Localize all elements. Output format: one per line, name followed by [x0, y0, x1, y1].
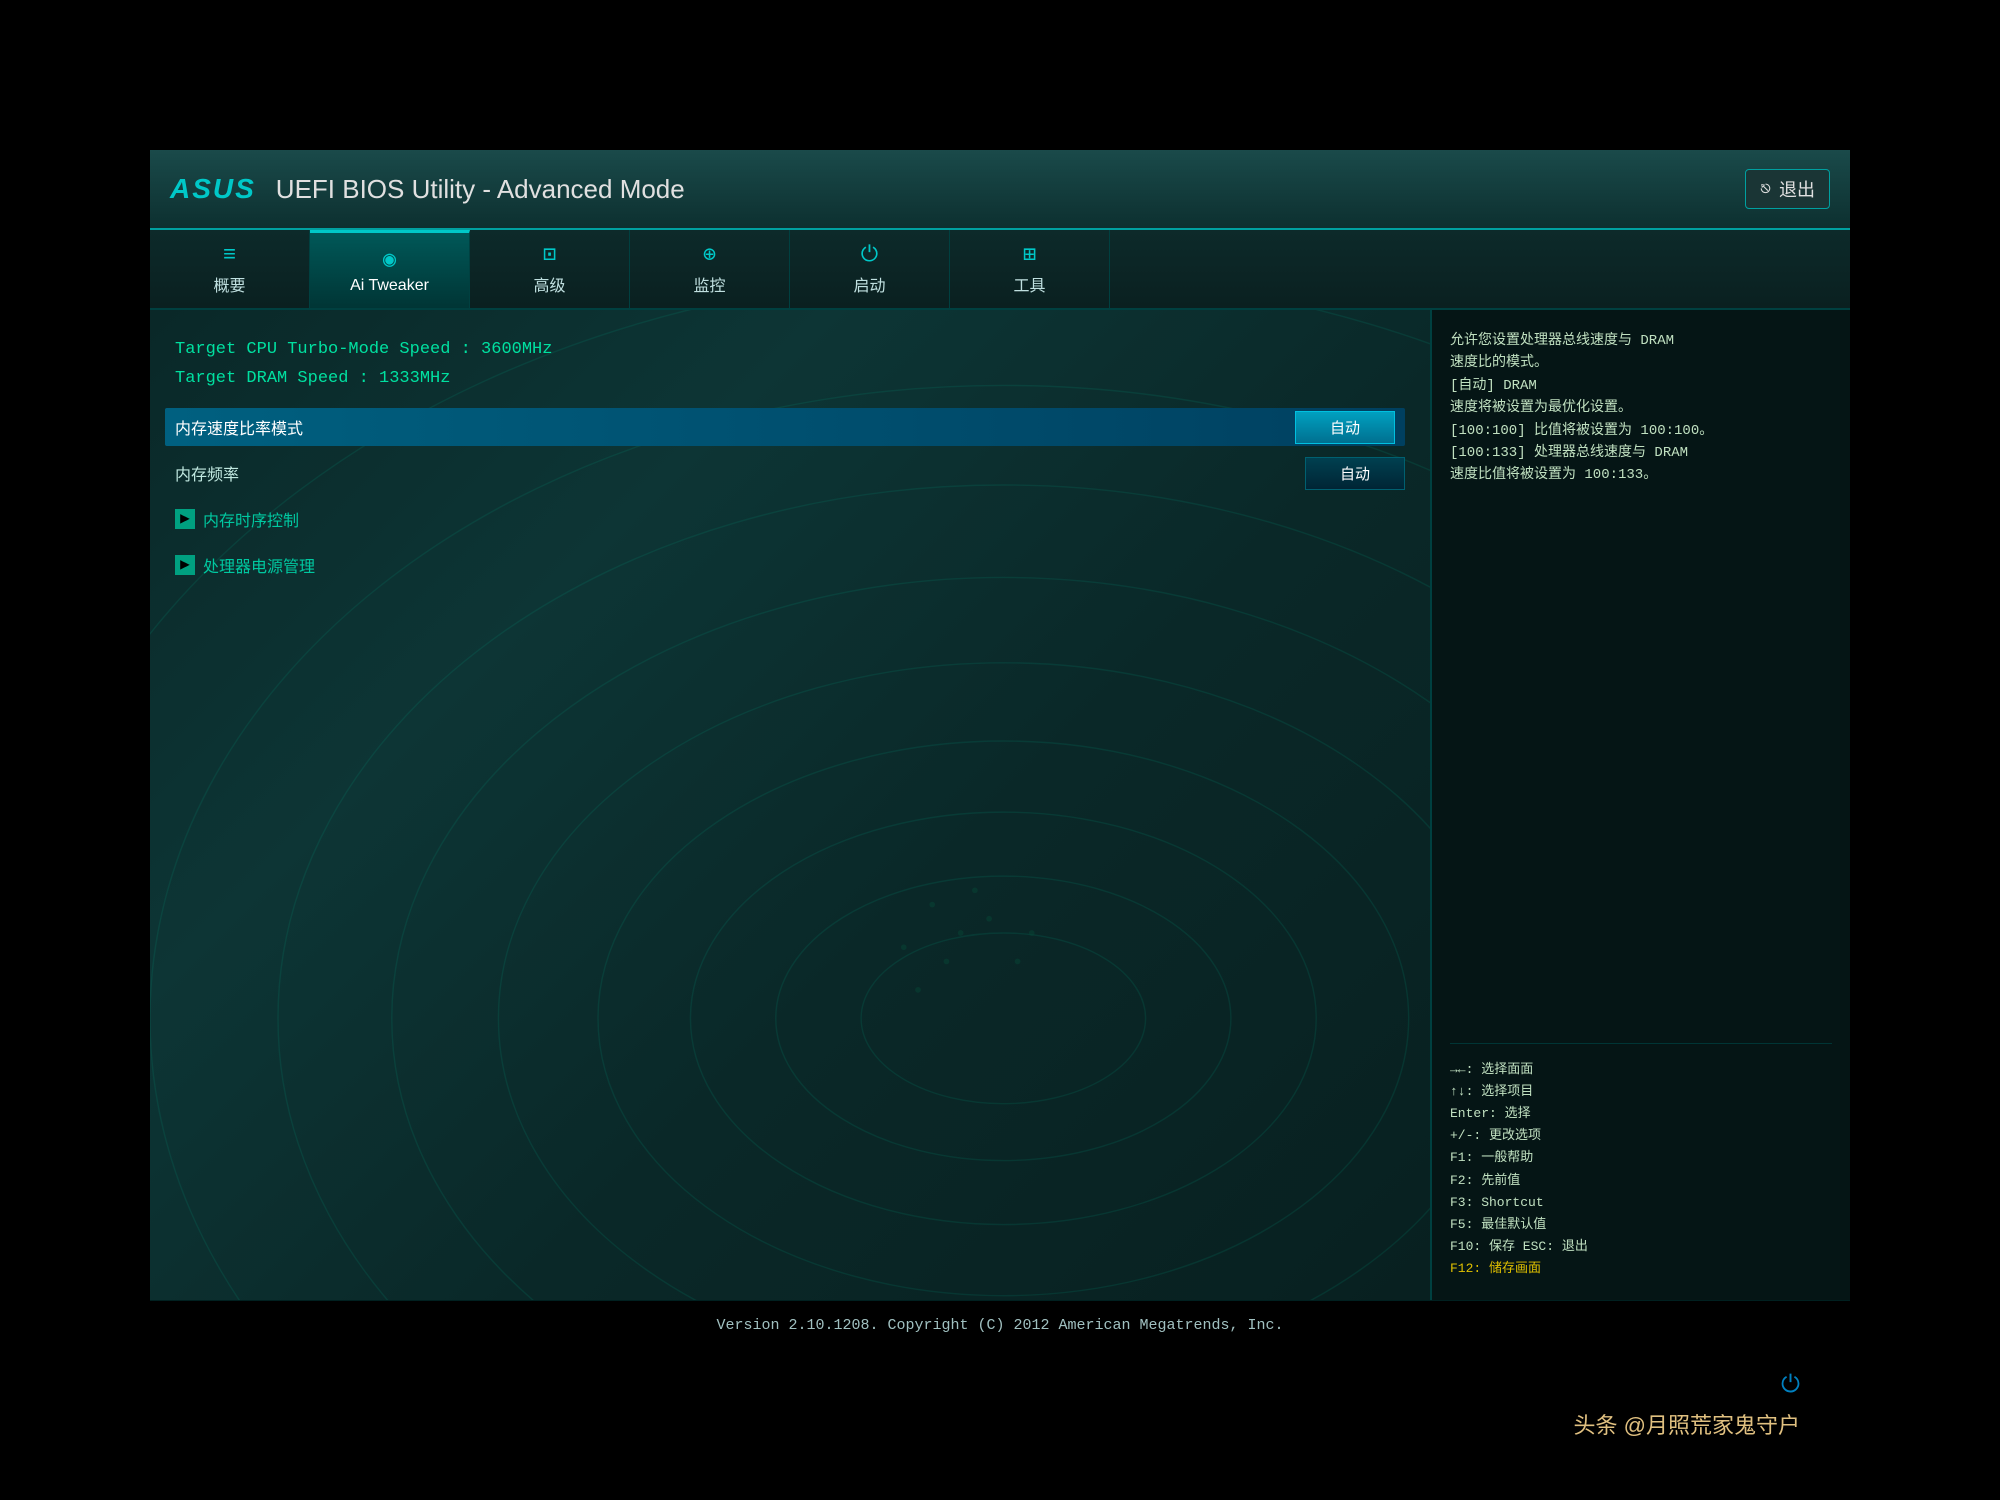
cpu-power-label: 处理器电源管理	[203, 553, 315, 577]
header-bar: ASUS UEFI BIOS Utility - Advanced Mode ⎋…	[150, 150, 1850, 230]
nav-bar: ≡ 概要 ◉ Ai Tweaker ⊡ 高级 ⊕ 监控 ⏻ 启动 ⊞ 工具	[150, 230, 1850, 310]
tab-advanced[interactable]: ⊡ 高级	[470, 230, 630, 308]
shortcut-updown: ↑↓: 选择项目	[1450, 1081, 1832, 1103]
expand-power-icon[interactable]: ▶	[175, 555, 195, 575]
tab-overview[interactable]: ≡ 概要	[150, 230, 310, 308]
tab-monitor[interactable]: ⊕ 监控	[630, 230, 790, 308]
main-content: Target CPU Turbo-Mode Speed : 3600MHz Ta…	[150, 310, 1850, 1300]
shortcut-f2: F2: 先前值	[1450, 1170, 1832, 1192]
dram-speed-info: Target DRAM Speed : 1333MHz	[175, 369, 1405, 388]
cpu-speed-info: Target CPU Turbo-Mode Speed : 3600MHz	[175, 340, 1405, 359]
expand-timing-icon[interactable]: ▶	[175, 509, 195, 529]
setting-memory-speed-ratio[interactable]: 内存速度比率模式 自动	[165, 408, 1405, 446]
watermark-label: 头条 @月照荒家鬼守户	[1574, 1408, 1800, 1440]
memory-speed-ratio-value[interactable]: 自动	[1295, 411, 1395, 444]
asus-logo: ASUS	[170, 173, 256, 205]
tab-ai-tweaker-label: Ai Tweaker	[350, 277, 429, 295]
setting-memory-frequency[interactable]: 内存频率 自动	[175, 454, 1405, 492]
bios-title: UEFI BIOS Utility - Advanced Mode	[276, 174, 685, 205]
shortcut-plusminus: +/-: 更改选项	[1450, 1125, 1832, 1147]
setting-memory-timing[interactable]: ▶ 内存时序控制	[175, 500, 1405, 538]
memory-timing-label: 内存时序控制	[203, 507, 299, 531]
shortcut-f5: F5: 最佳默认值	[1450, 1214, 1832, 1236]
power-icon: ⏻	[1781, 1372, 1800, 1400]
tools-icon: ⊞	[1023, 242, 1036, 268]
tab-monitor-label: 监控	[693, 272, 725, 296]
memory-speed-ratio-label: 内存速度比率模式	[175, 415, 1295, 439]
exit-button[interactable]: ⎋ 退出	[1745, 169, 1830, 209]
advanced-icon: ⊡	[543, 242, 556, 268]
footer-text: Version 2.10.1208. Copyright (C) 2012 Am…	[716, 1317, 1283, 1334]
tab-boot[interactable]: ⏻ 启动	[790, 230, 950, 308]
tab-overview-label: 概要	[213, 272, 245, 296]
boot-icon: ⏻	[861, 243, 878, 268]
overview-icon: ≡	[223, 243, 236, 268]
monitor-icon: ⊕	[703, 242, 716, 268]
ai-tweaker-icon: ◉	[383, 247, 396, 273]
help-description: 允许您设置处理器总线速度与 DRAM 速度比的模式。 [自动] DRAM 速度将…	[1450, 330, 1832, 487]
tab-advanced-label: 高级	[533, 272, 565, 296]
left-content: Target CPU Turbo-Mode Speed : 3600MHz Ta…	[175, 340, 1405, 584]
tab-tools[interactable]: ⊞ 工具	[950, 230, 1110, 308]
shortcut-enter: Enter: 选择	[1450, 1103, 1832, 1125]
tab-boot-label: 启动	[853, 272, 885, 296]
setting-cpu-power[interactable]: ▶ 处理器电源管理	[175, 546, 1405, 584]
settings-area: 内存速度比率模式 自动 内存频率 自动 ▶ 内存时序控制	[175, 408, 1405, 584]
exit-label: 退出	[1779, 176, 1815, 202]
footer-bar: Version 2.10.1208. Copyright (C) 2012 Am…	[150, 1300, 1850, 1350]
shortcut-f1: F1: 一般帮助	[1450, 1147, 1832, 1169]
shortcut-f10: F10: 保存 ESC: 退出	[1450, 1236, 1832, 1258]
memory-frequency-label: 内存频率	[175, 461, 1305, 485]
right-panel: 允许您设置处理器总线速度与 DRAM 速度比的模式。 [自动] DRAM 速度将…	[1430, 310, 1850, 1300]
shortcut-f3: F3: Shortcut	[1450, 1192, 1832, 1214]
tab-tools-label: 工具	[1013, 272, 1045, 296]
tab-ai-tweaker[interactable]: ◉ Ai Tweaker	[310, 230, 470, 308]
shortcuts-section: →←: 选择面面 ↑↓: 选择项目 Enter: 选择 +/-: 更改选项 F1…	[1450, 1043, 1832, 1280]
memory-frequency-value[interactable]: 自动	[1305, 457, 1405, 490]
shortcut-f12: F12: 储存画面	[1450, 1258, 1832, 1280]
exit-icon: ⎋	[1760, 178, 1771, 200]
shortcut-arrows: →←: 选择面面	[1450, 1059, 1832, 1081]
left-panel: Target CPU Turbo-Mode Speed : 3600MHz Ta…	[150, 310, 1430, 1300]
